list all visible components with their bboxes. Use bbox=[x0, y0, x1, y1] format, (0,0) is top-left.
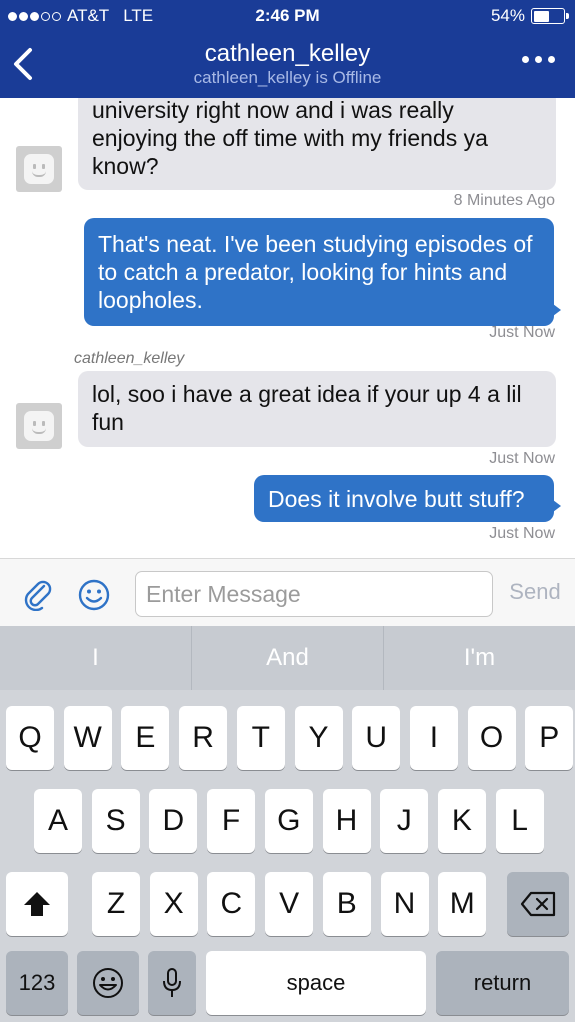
predictive-bar: I And I'm bbox=[0, 626, 575, 690]
message-composer: Send bbox=[0, 558, 575, 626]
return-key[interactable]: return bbox=[436, 951, 569, 1015]
status-time: 2:46 PM bbox=[255, 6, 320, 25]
key-k[interactable]: K bbox=[437, 789, 486, 853]
key-c[interactable]: C bbox=[207, 872, 256, 936]
status-right: 54% bbox=[490, 6, 569, 26]
backspace-key[interactable] bbox=[507, 872, 569, 936]
presence-status: cathleen_kelley is Offline bbox=[193, 68, 382, 87]
key-s[interactable]: S bbox=[91, 789, 140, 853]
prediction-suggestion[interactable]: I'm bbox=[383, 626, 575, 690]
key-r[interactable]: R bbox=[179, 706, 228, 770]
conversation-title: cathleen_kelley bbox=[204, 40, 371, 67]
status-bar: AT&T LTE 2:46 PM 54% bbox=[0, 0, 575, 32]
key-y[interactable]: Y bbox=[294, 706, 343, 770]
battery-icon bbox=[531, 8, 569, 24]
key-f[interactable]: F bbox=[207, 789, 256, 853]
contact-avatar bbox=[16, 146, 62, 192]
key-q[interactable]: Q bbox=[6, 706, 54, 770]
key-i[interactable]: I bbox=[409, 706, 458, 770]
numbers-key[interactable]: 123 bbox=[6, 951, 68, 1015]
key-e[interactable]: E bbox=[121, 706, 170, 770]
incoming-message-bubble: lol, soo i have a great idea if your up … bbox=[78, 371, 556, 447]
key-j[interactable]: J bbox=[380, 789, 429, 853]
header: AT&T LTE 2:46 PM 54% cathleen_kelley cat… bbox=[0, 0, 575, 98]
message-timestamp: Just Now bbox=[489, 450, 555, 467]
keyboard: I And I'm QWERTYUIOPASDFGHJKLZXCVBNM 123… bbox=[0, 626, 575, 1022]
message-text: Does it involve butt stuff? bbox=[268, 486, 525, 512]
emoji-face-icon bbox=[93, 968, 123, 998]
shift-arrow-icon bbox=[24, 892, 50, 916]
battery-percent: 54% bbox=[490, 6, 525, 25]
prediction-suggestion[interactable]: I bbox=[0, 626, 191, 690]
message-list[interactable]: university right now and i was really en… bbox=[0, 98, 575, 558]
key-b[interactable]: B bbox=[322, 872, 371, 936]
message-text: That's neat. I've been studying episodes… bbox=[98, 231, 533, 313]
emoji-icon[interactable] bbox=[78, 579, 110, 611]
key-n[interactable]: N bbox=[380, 872, 429, 936]
key-a[interactable]: A bbox=[34, 789, 82, 853]
sender-name: cathleen_kelley bbox=[74, 350, 185, 367]
key-z[interactable]: Z bbox=[92, 872, 140, 936]
battery-fill bbox=[533, 10, 550, 22]
key-g[interactable]: G bbox=[264, 789, 313, 853]
key-x[interactable]: X bbox=[149, 872, 198, 936]
message-timestamp: 8 Minutes Ago bbox=[453, 192, 555, 209]
space-key[interactable]: space bbox=[206, 951, 426, 1015]
more-options-icon[interactable] bbox=[522, 56, 555, 63]
backspace-icon bbox=[520, 891, 556, 917]
message-input[interactable] bbox=[135, 571, 493, 617]
message-text: lol, soo i have a great idea if your up … bbox=[92, 381, 522, 435]
key-d[interactable]: D bbox=[149, 789, 198, 853]
outgoing-message-bubble: That's neat. I've been studying episodes… bbox=[84, 218, 561, 326]
key-h[interactable]: H bbox=[322, 789, 371, 853]
key-t[interactable]: T bbox=[236, 706, 285, 770]
message-timestamp: Just Now bbox=[489, 324, 555, 341]
paperclip-icon[interactable] bbox=[20, 577, 54, 611]
dictation-key[interactable] bbox=[148, 951, 196, 1015]
prediction-suggestion[interactable]: And bbox=[191, 626, 383, 690]
key-l[interactable]: L bbox=[495, 789, 544, 853]
message-timestamp: Just Now bbox=[489, 525, 555, 542]
avatar-placeholder-icon bbox=[24, 411, 54, 441]
message-text: university right now and i was really en… bbox=[92, 98, 488, 179]
key-o[interactable]: O bbox=[467, 706, 516, 770]
key-v[interactable]: V bbox=[265, 872, 314, 936]
microphone-icon bbox=[163, 968, 181, 997]
shift-key[interactable] bbox=[6, 872, 68, 936]
key-p[interactable]: P bbox=[525, 706, 574, 770]
key-u[interactable]: U bbox=[352, 706, 401, 770]
key-m[interactable]: M bbox=[438, 872, 487, 936]
emoji-keyboard-key[interactable] bbox=[77, 951, 139, 1015]
incoming-message-bubble: university right now and i was really en… bbox=[78, 98, 556, 190]
outgoing-message-bubble: Does it involve butt stuff? bbox=[254, 475, 561, 522]
send-button[interactable]: Send bbox=[500, 579, 570, 605]
key-w[interactable]: W bbox=[63, 706, 112, 770]
contact-avatar bbox=[16, 403, 62, 449]
avatar-placeholder-icon bbox=[24, 154, 54, 184]
